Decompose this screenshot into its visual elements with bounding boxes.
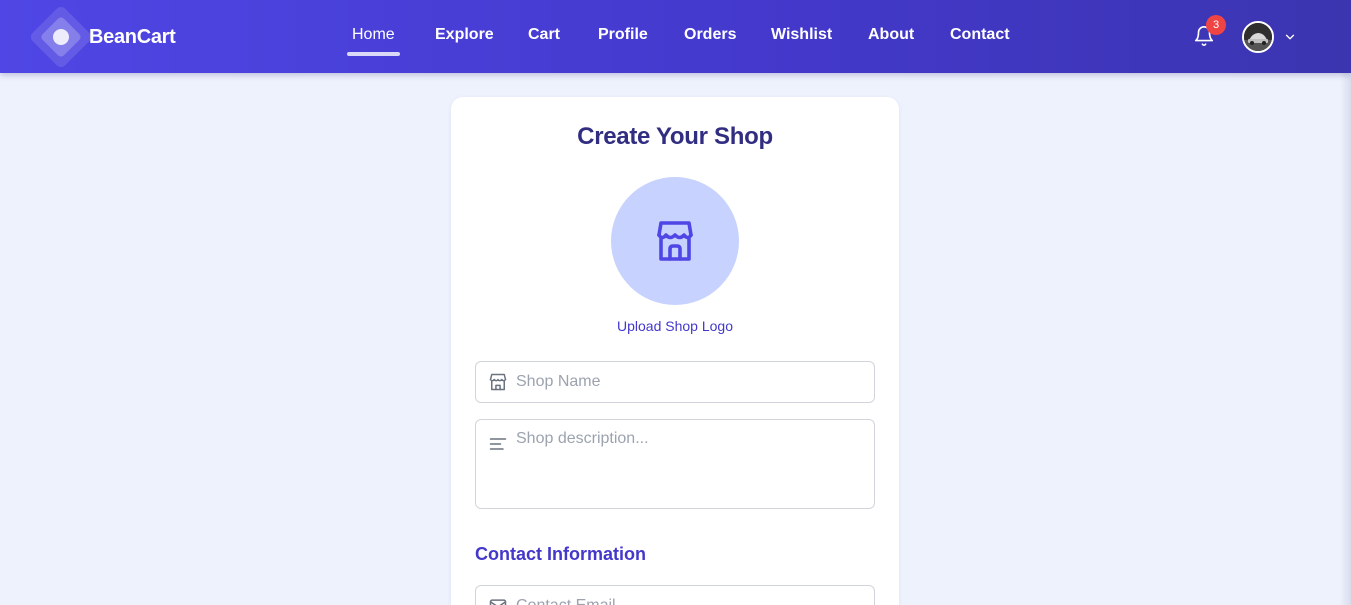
main-nav: Home Explore Cart Profile Orders Wishlis… [0,0,1351,73]
contact-information-heading: Contact Information [475,544,646,564]
upload-logo-button[interactable] [611,177,739,305]
nav-link-wishlist[interactable]: Wishlist [771,26,832,44]
chevron-down-icon[interactable] [1283,30,1297,44]
shop-name-input[interactable] [516,362,866,402]
create-shop-card: Create Your Shop Upload Shop Logo Contac… [451,97,899,605]
nav-link-contact[interactable]: Contact [950,26,1010,44]
nav-active-indicator [347,52,400,56]
top-navbar: BeanCart Home Explore Cart Profile Order… [0,0,1351,73]
nav-link-about[interactable]: About [868,26,914,44]
contact-email-input[interactable] [516,586,866,605]
store-icon [657,221,693,261]
nav-link-explore[interactable]: Explore [435,26,494,44]
nav-link-home[interactable]: Home [352,26,395,44]
align-left-icon [489,438,507,450]
shop-name-field[interactable] [475,361,875,403]
nav-link-cart[interactable]: Cart [528,26,560,44]
page-edge-shadow [1340,73,1351,605]
notification-badge: 3 [1206,15,1226,35]
nav-link-profile[interactable]: Profile [598,26,648,44]
shop-description-field[interactable] [475,419,875,509]
shop-description-input[interactable] [516,430,866,502]
avatar[interactable] [1242,21,1274,53]
mail-icon [489,599,507,605]
upload-logo-link[interactable]: Upload Shop Logo [451,318,899,334]
contact-email-field[interactable] [475,585,875,605]
page-title: Create Your Shop [577,123,773,150]
nav-link-orders[interactable]: Orders [684,26,736,44]
store-icon [489,373,507,391]
